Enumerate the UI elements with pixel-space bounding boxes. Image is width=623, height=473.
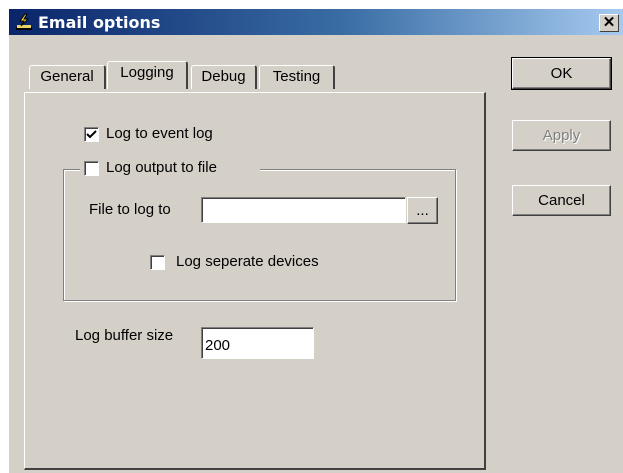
app-icon <box>16 13 32 30</box>
ok-button[interactable]: OK <box>511 57 612 90</box>
tab-logging[interactable]: Logging <box>107 61 188 89</box>
logging-tab-panel: Log to event log Log output to file File… <box>24 92 486 470</box>
log-file-label: Log output to file <box>106 159 217 176</box>
log-event-label: Log to event log <box>106 125 213 142</box>
tab-label: Testing <box>272 68 321 85</box>
log-separate-devices-label: Log seperate devices <box>176 253 319 270</box>
close-button[interactable]: ✕ <box>599 14 619 32</box>
browse-label: ... <box>416 202 429 219</box>
file-to-log-label: File to log to <box>89 201 171 218</box>
tab-debug[interactable]: Debug <box>191 65 257 89</box>
tab-testing[interactable]: Testing <box>259 65 335 89</box>
tab-label: Logging <box>120 64 174 81</box>
apply-label: Apply <box>542 127 581 144</box>
file-to-log-input[interactable] <box>201 197 406 223</box>
tab-label: Debug <box>201 68 246 85</box>
tab-general[interactable]: General <box>29 65 106 89</box>
buffer-size-input[interactable] <box>201 327 314 359</box>
browse-file-button[interactable]: ... <box>407 197 438 224</box>
checkmark-icon <box>86 130 97 139</box>
buffer-size-label: Log buffer size <box>75 327 174 344</box>
cancel-button[interactable]: Cancel <box>512 185 611 216</box>
log-file-checkbox[interactable] <box>84 161 99 176</box>
title-bar[interactable]: Email options ✕ <box>9 9 623 35</box>
log-event-checkbox[interactable] <box>84 127 99 142</box>
ok-label: OK <box>550 65 573 82</box>
window-title: Email options <box>38 13 161 32</box>
email-options-dialog: Email options ✕ General Logging Debug Te… <box>9 9 623 473</box>
apply-button[interactable]: Apply <box>512 120 611 151</box>
close-icon: ✕ <box>602 14 616 31</box>
tab-label: General <box>40 68 94 85</box>
log-file-groupbox <box>63 169 456 301</box>
log-separate-devices-checkbox[interactable] <box>150 255 165 270</box>
cancel-label: Cancel <box>538 192 585 209</box>
